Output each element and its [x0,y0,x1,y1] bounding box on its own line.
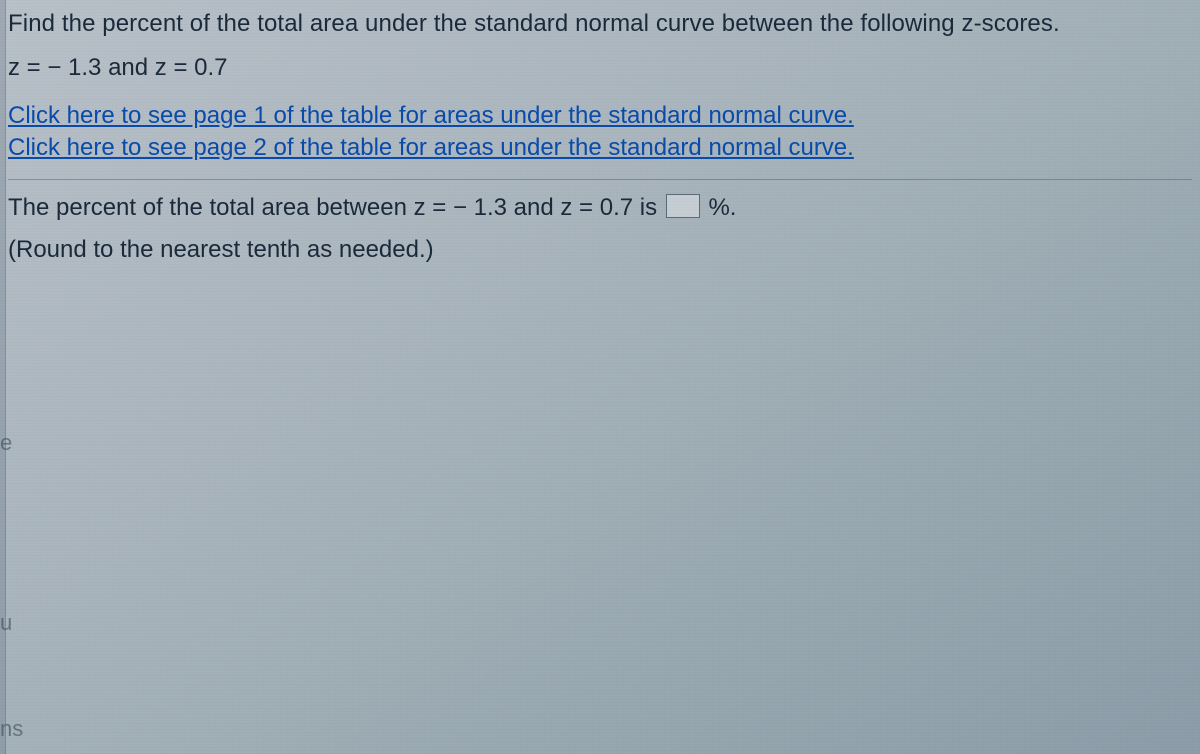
answer-prefix: The percent of the total area between z … [8,194,664,221]
question-panel: Find the percent of the total area under… [0,0,1200,268]
answer-sentence: The percent of the total area between z … [8,190,1192,226]
link-table-page-2[interactable]: Click here to see page 2 of the table fo… [8,134,854,161]
edge-fragment-ns: ns [0,718,23,740]
question-text-line1: Find the percent of the total area under… [8,6,1192,42]
edge-fragment-e: e [0,432,12,454]
rounding-instruction: (Round to the nearest tenth as needed.) [8,232,1192,268]
reference-links: Click here to see page 1 of the table fo… [8,100,1192,165]
edge-fragment-u: u [0,612,12,634]
answer-suffix: %. [708,194,736,221]
question-text-line2: z = − 1.3 and z = 0.7 [8,50,1192,86]
answer-input-blank[interactable] [666,194,700,218]
section-divider [8,179,1192,180]
link-table-page-1[interactable]: Click here to see page 1 of the table fo… [8,102,854,129]
